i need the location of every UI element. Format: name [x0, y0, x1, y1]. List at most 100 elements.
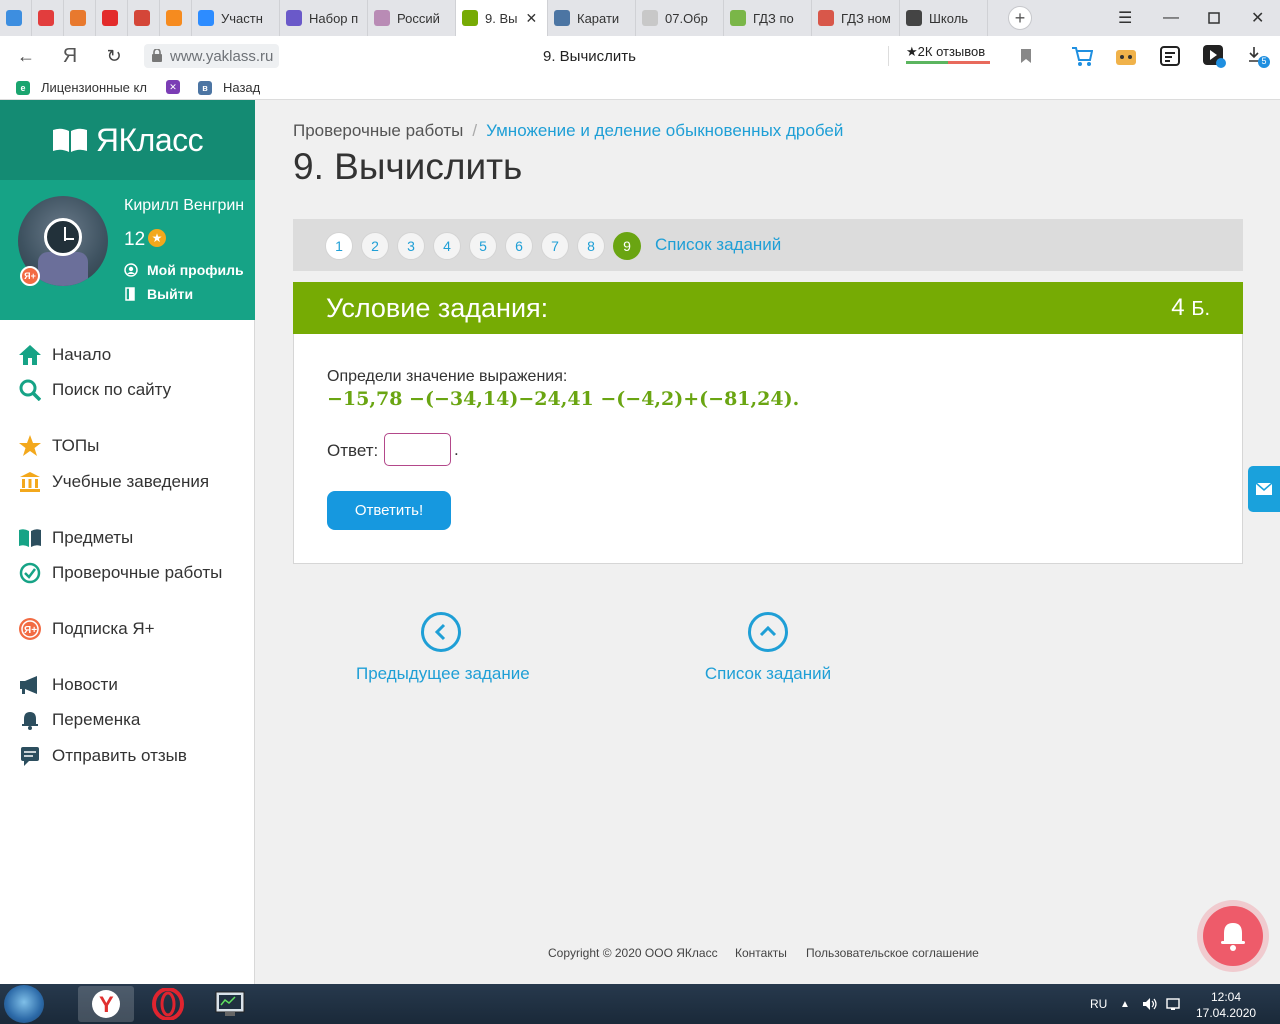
media-extension-icon[interactable]: [1202, 44, 1226, 68]
page-7[interactable]: 7: [541, 232, 569, 260]
tabs-menu-icon[interactable]: ☰: [1118, 0, 1132, 36]
taskbar-app[interactable]: [202, 986, 258, 1022]
bookmark-extension[interactable]: ✕: [166, 80, 191, 94]
menu-tests[interactable]: Проверочные работы: [18, 561, 222, 585]
tab-label: Россий: [397, 10, 440, 26]
bookmark-back[interactable]: в Назад: [198, 80, 260, 95]
tray-expand-icon[interactable]: ▲: [1120, 984, 1130, 1024]
menu-subscription[interactable]: Я+ Подписка Я+: [18, 617, 155, 641]
new-tab-button[interactable]: +: [1008, 6, 1032, 30]
browser-tab[interactable]: 07.Обр: [636, 0, 724, 36]
menu-search[interactable]: Поиск по сайту: [18, 378, 171, 402]
browser-tab[interactable]: Россий: [368, 0, 456, 36]
school-icon: [906, 10, 922, 26]
browser-tab[interactable]: Карати: [548, 0, 636, 36]
reviews-rating-bar: [906, 61, 990, 64]
menu-break[interactable]: Переменка: [18, 708, 140, 732]
yandex-browser-icon: Y: [92, 990, 120, 1018]
browser-tab[interactable]: Школь: [900, 0, 988, 36]
extension-bookmark-icon: ✕: [166, 80, 180, 94]
keyboard-language[interactable]: RU: [1090, 984, 1107, 1024]
submit-answer-button[interactable]: Ответить!: [327, 491, 451, 530]
cart-icon[interactable]: [1070, 44, 1094, 68]
breadcrumb-link[interactable]: Умножение и деление обыкновенных дробей: [486, 121, 843, 140]
tab-label: 9. Вы: [485, 10, 518, 26]
system-clock[interactable]: 12:04 17.04.2020: [1196, 989, 1256, 1021]
reload-icon[interactable]: ↻: [102, 44, 126, 68]
tab-label: ГДЗ по: [753, 10, 794, 26]
gmail-icon: [134, 10, 150, 26]
browser-tab[interactable]: 9. Вы ✕: [456, 0, 548, 36]
monitor-app-icon: [215, 991, 245, 1016]
menu-tops[interactable]: ТОПы: [18, 434, 99, 458]
page-1[interactable]: 1: [325, 232, 353, 260]
url-field[interactable]: www.yaklass.ru: [144, 44, 280, 68]
home-icon: [18, 343, 42, 367]
extension-icon[interactable]: [1158, 44, 1182, 68]
menu-feedback[interactable]: Отправить отзыв: [18, 744, 187, 768]
browser-tab[interactable]: [32, 0, 64, 36]
back-icon[interactable]: ←: [14, 44, 38, 68]
browser-tab[interactable]: [0, 0, 32, 36]
bookmark-icon[interactable]: [1014, 44, 1038, 68]
bookmark-label: Назад: [223, 80, 261, 95]
clock-time: 12:04: [1210, 990, 1242, 1004]
book-icon: [18, 526, 42, 550]
page-2[interactable]: 2: [361, 232, 389, 260]
minimize-icon[interactable]: —: [1163, 0, 1179, 36]
browser-tab[interactable]: [96, 0, 128, 36]
previous-task-button[interactable]: Предыдущее задание: [356, 612, 530, 684]
browser-tab[interactable]: [64, 0, 96, 36]
browser-tab[interactable]: ГДЗ по: [724, 0, 812, 36]
task-header-title: Условие задания:: [326, 293, 549, 323]
browser-tab[interactable]: Набор п: [280, 0, 368, 36]
footer-contacts-link[interactable]: Контакты: [735, 946, 787, 960]
question-text: Определи значение выражения:: [327, 368, 568, 385]
menu-schools[interactable]: Учебные заведения: [18, 470, 209, 494]
task-list-button[interactable]: Список заданий: [698, 612, 838, 684]
yandex-icon[interactable]: Я: [58, 44, 82, 68]
notifications-bell-button[interactable]: [1203, 906, 1263, 966]
network-icon[interactable]: [1166, 984, 1182, 1024]
taskbar-yandex-browser[interactable]: Y: [78, 986, 134, 1022]
page-8[interactable]: 8: [577, 232, 605, 260]
page-9-current[interactable]: 9: [613, 232, 641, 260]
bookmarks-bar: e Лицензионные кл ✕ в Назад: [0, 76, 1280, 100]
close-window-icon[interactable]: ✕: [1251, 0, 1264, 36]
footer-agreement-link[interactable]: Пользовательское соглашение: [806, 946, 979, 960]
task-list-link[interactable]: Список заданий: [655, 235, 781, 255]
task-pager: 1 2 3 4 5 6 7 8 9 Список заданий: [293, 219, 1243, 271]
menu-subjects[interactable]: Предметы: [18, 526, 133, 550]
menu-news[interactable]: Новости: [18, 673, 118, 697]
browser-tab[interactable]: Участн: [192, 0, 280, 36]
page-5[interactable]: 5: [469, 232, 497, 260]
maximize-icon[interactable]: [1208, 0, 1220, 36]
logout-link[interactable]: Выйти: [124, 286, 193, 302]
volume-icon[interactable]: [1142, 984, 1158, 1024]
my-profile-link[interactable]: Мой профиль: [124, 262, 244, 278]
taskbar-opera[interactable]: [140, 986, 196, 1022]
forms-icon: [286, 10, 302, 26]
mail-feedback-tab[interactable]: [1248, 466, 1280, 512]
page-4[interactable]: 4: [433, 232, 461, 260]
reviews-badge[interactable]: ★2К отзывов: [906, 44, 985, 60]
browser-tab[interactable]: ГДЗ ном: [812, 0, 900, 36]
bookmark-licenses[interactable]: e Лицензионные кл: [16, 80, 147, 95]
page-6[interactable]: 6: [505, 232, 533, 260]
close-tab-icon[interactable]: ✕: [525, 10, 537, 27]
record-icon: [38, 10, 54, 26]
logo[interactable]: ЯКласс: [0, 100, 255, 180]
extension-cat-icon[interactable]: [1114, 44, 1138, 68]
zoom-icon: [198, 10, 214, 26]
browser-tab[interactable]: [160, 0, 192, 36]
menu-home[interactable]: Начало: [18, 343, 111, 367]
browser-tab[interactable]: [128, 0, 160, 36]
answer-input[interactable]: [384, 433, 451, 466]
downloads-icon[interactable]: 5: [1246, 44, 1270, 68]
megaphone-icon: [18, 673, 42, 697]
footer-copyright: Copyright © 2020 ООО ЯКласс: [548, 946, 718, 960]
start-button[interactable]: [4, 985, 44, 1023]
breadcrumb-root[interactable]: Проверочные работы: [293, 121, 463, 140]
page-3[interactable]: 3: [397, 232, 425, 260]
fire-icon: [166, 10, 182, 26]
